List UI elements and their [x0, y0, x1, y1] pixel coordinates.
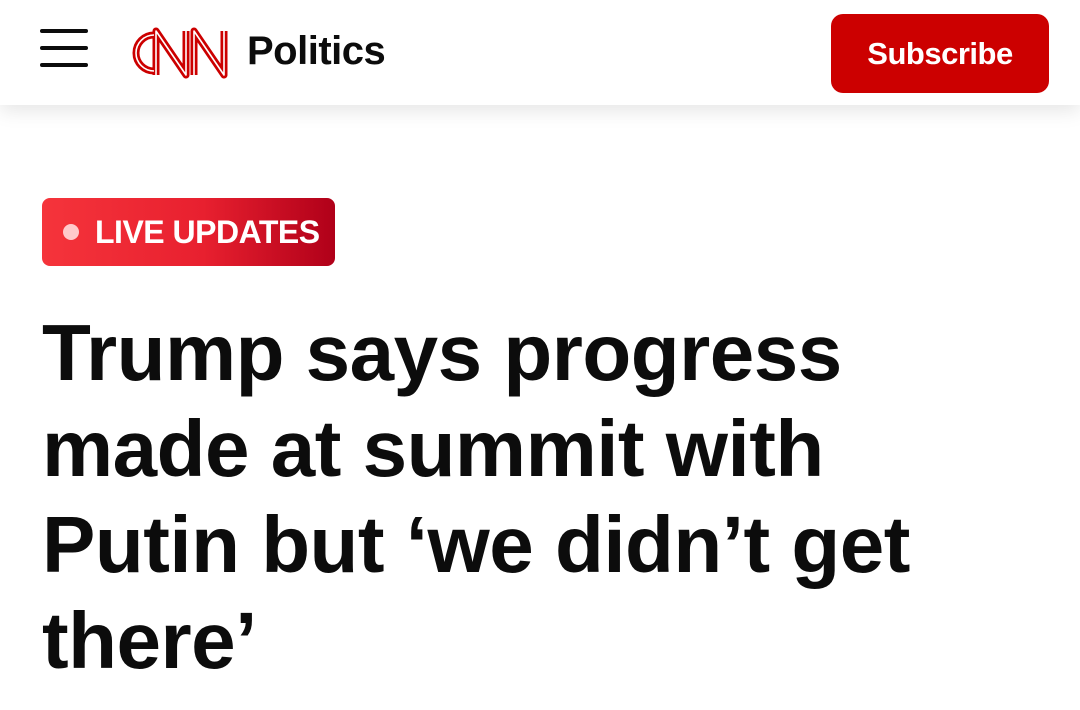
live-updates-label: LIVE UPDATES [95, 213, 320, 250]
subscribe-button[interactable]: Subscribe [831, 14, 1049, 93]
hamburger-menu-icon[interactable] [40, 29, 88, 67]
article-headline: Trump says progress made at summit with … [42, 308, 910, 685]
live-dot-icon [63, 224, 79, 240]
site-header: Politics Subscribe [0, 0, 1080, 105]
live-updates-badge[interactable]: LIVE UPDATES [42, 198, 335, 266]
section-name[interactable]: Politics [247, 26, 386, 76]
cnn-logo[interactable] [114, 23, 238, 83]
